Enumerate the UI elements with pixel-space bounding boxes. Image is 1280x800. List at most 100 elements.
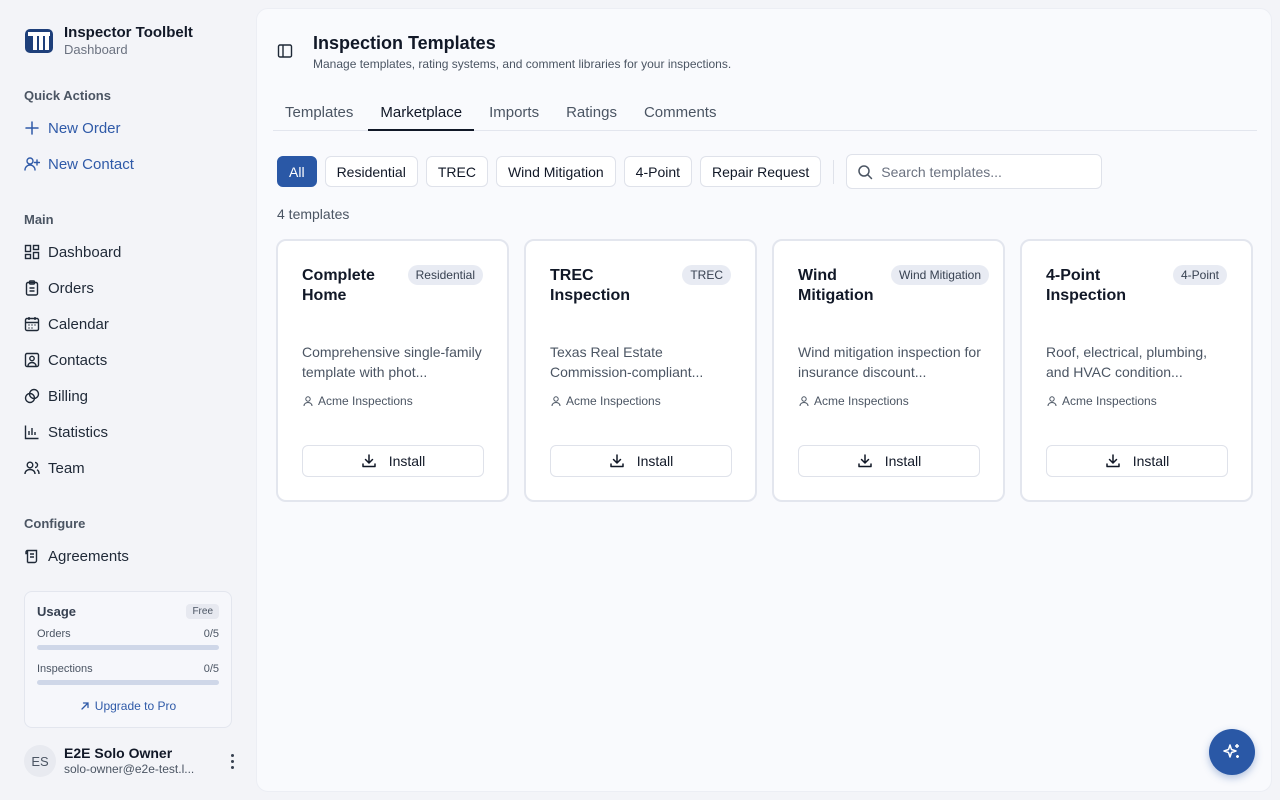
card-title: Wind Mitigation	[798, 267, 874, 304]
template-count: 4 templates	[277, 206, 350, 222]
new-contact-button[interactable]: New Contact	[24, 152, 134, 176]
sidebar-item-orders[interactable]: Orders	[24, 276, 94, 300]
install-button[interactable]: Install	[798, 445, 980, 477]
template-card[interactable]: Wind Mitigation Wind Mitigation Wind mit…	[772, 239, 1005, 502]
search-icon	[858, 164, 873, 179]
sidebar-item-billing[interactable]: Billing	[24, 384, 88, 408]
filter-wind-mitigation[interactable]: Wind Mitigation	[495, 156, 616, 187]
plan-badge: Free	[186, 604, 219, 619]
sidebar-item-dashboard[interactable]: Dashboard	[24, 240, 121, 264]
calendar-icon	[24, 317, 40, 332]
filter-bar: All Residential TREC Wind Mitigation 4-P…	[277, 154, 1103, 189]
tab-templates[interactable]: Templates	[273, 101, 365, 131]
tab-ratings[interactable]: Ratings	[554, 101, 629, 131]
template-grid: Complete Home Residential Comprehensive …	[276, 239, 1253, 502]
app-name: Inspector Toolbelt	[64, 24, 193, 41]
category-badge: TREC	[682, 265, 731, 285]
tab-imports[interactable]: Imports	[477, 101, 551, 131]
more-vertical-icon[interactable]	[224, 751, 240, 771]
card-description: Texas Real Estate Commission-compliant..…	[550, 344, 704, 380]
usage-orders-label: Orders	[37, 628, 71, 640]
card-title: 4-Point Inspection	[1046, 267, 1127, 304]
template-card[interactable]: TREC Inspection TREC Texas Real Estate C…	[524, 239, 757, 502]
team-icon	[24, 461, 40, 475]
card-description: Roof, electrical, plumbing, and HVAC con…	[1046, 344, 1208, 380]
arrow-up-right-icon	[81, 702, 89, 710]
new-order-button[interactable]: New Order	[24, 116, 121, 140]
card-author: Acme Inspections	[302, 394, 413, 408]
card-author: Acme Inspections	[1046, 394, 1157, 408]
card-description: Comprehensive single-family template wit…	[302, 344, 482, 380]
filter-residential[interactable]: Residential	[324, 156, 418, 187]
sidebar-item-label: Contacts	[48, 351, 108, 369]
scroll-icon	[25, 549, 38, 564]
page-subtitle: Manage templates, rating systems, and co…	[313, 57, 732, 71]
install-label: Install	[388, 453, 426, 469]
install-label: Install	[884, 453, 922, 469]
page-title: Inspection Templates	[313, 33, 496, 53]
user-icon	[551, 396, 561, 407]
filter-repair-request[interactable]: Repair Request	[700, 156, 822, 187]
install-button[interactable]: Install	[1046, 445, 1228, 477]
user-menu[interactable]: ES E2E Solo Owner solo-owner@e2e-test.l.…	[24, 744, 240, 778]
sidebar-item-label: Calendar	[48, 315, 109, 333]
usage-inspections-bar	[37, 680, 219, 685]
chart-icon	[24, 425, 39, 440]
new-contact-label: New Contact	[48, 155, 134, 173]
plus-icon	[25, 121, 39, 135]
sidebar: Inspector Toolbelt Dashboard Quick Actio…	[0, 0, 256, 800]
install-button[interactable]: Install	[550, 445, 732, 477]
upgrade-link[interactable]: Upgrade to Pro	[37, 699, 219, 713]
usage-inspections: Inspections 0/5	[37, 663, 219, 685]
download-icon	[609, 454, 624, 468]
category-badge: Residential	[407, 265, 483, 285]
main-section-label: Main	[24, 212, 54, 227]
filter-trec[interactable]: TREC	[425, 156, 488, 187]
install-label: Install	[636, 453, 674, 469]
template-card[interactable]: 4-Point Inspection 4-Point Roof, electri…	[1020, 239, 1253, 502]
user-icon	[799, 396, 809, 407]
filter-all[interactable]: All	[277, 156, 317, 187]
sidebar-item-statistics[interactable]: Statistics	[24, 420, 108, 444]
sidebar-item-label: Agreements	[48, 547, 129, 565]
sidebar-item-agreements[interactable]: Agreements	[24, 544, 129, 568]
tab-bar: Templates Marketplace Imports Ratings Co…	[273, 101, 1257, 131]
template-card[interactable]: Complete Home Residential Comprehensive …	[276, 239, 509, 502]
usage-inspections-value: 0/5	[203, 663, 219, 675]
download-icon	[361, 454, 376, 468]
user-name: E2E Solo Owner	[64, 745, 173, 761]
usage-inspections-label: Inspections	[37, 663, 93, 675]
contacts-icon	[24, 352, 40, 368]
card-title: Complete Home	[302, 267, 375, 304]
quick-actions-label: Quick Actions	[24, 88, 111, 103]
sidebar-item-calendar[interactable]: Calendar	[24, 312, 109, 336]
sparkles-icon	[1223, 744, 1239, 758]
user-icon	[1047, 396, 1057, 407]
category-badge: Wind Mitigation	[890, 265, 989, 285]
user-icon	[303, 396, 313, 407]
sidebar-item-label: Statistics	[48, 423, 109, 441]
sidebar-item-team[interactable]: Team	[24, 456, 85, 480]
clipboard-icon	[25, 280, 39, 296]
ai-assistant-button[interactable]	[1209, 729, 1255, 775]
search-box[interactable]	[846, 154, 1103, 189]
sidebar-item-contacts[interactable]: Contacts	[24, 348, 107, 372]
tab-marketplace[interactable]: Marketplace	[368, 101, 475, 131]
brand[interactable]: Inspector Toolbelt Dashboard	[24, 24, 193, 58]
sidebar-toggle-icon[interactable]	[277, 43, 293, 59]
main-panel: Inspection Templates Manage templates, r…	[256, 8, 1272, 792]
usage-orders-bar	[37, 645, 219, 650]
sidebar-item-label: Billing	[48, 387, 89, 405]
install-button[interactable]: Install	[302, 445, 484, 477]
upgrade-label: Upgrade to Pro	[94, 699, 177, 713]
avatar: ES	[24, 745, 56, 777]
filter-4-point[interactable]: 4-Point	[623, 156, 693, 187]
card-author: Acme Inspections	[798, 394, 909, 408]
search-input[interactable]	[881, 163, 1082, 180]
usage-orders: Orders 0/5	[37, 628, 219, 650]
usage-orders-value: 0/5	[203, 628, 219, 640]
tab-comments[interactable]: Comments	[632, 101, 729, 131]
usage-title: Usage	[37, 604, 77, 619]
billing-icon	[24, 388, 40, 404]
author-name: Acme Inspections	[566, 394, 661, 408]
